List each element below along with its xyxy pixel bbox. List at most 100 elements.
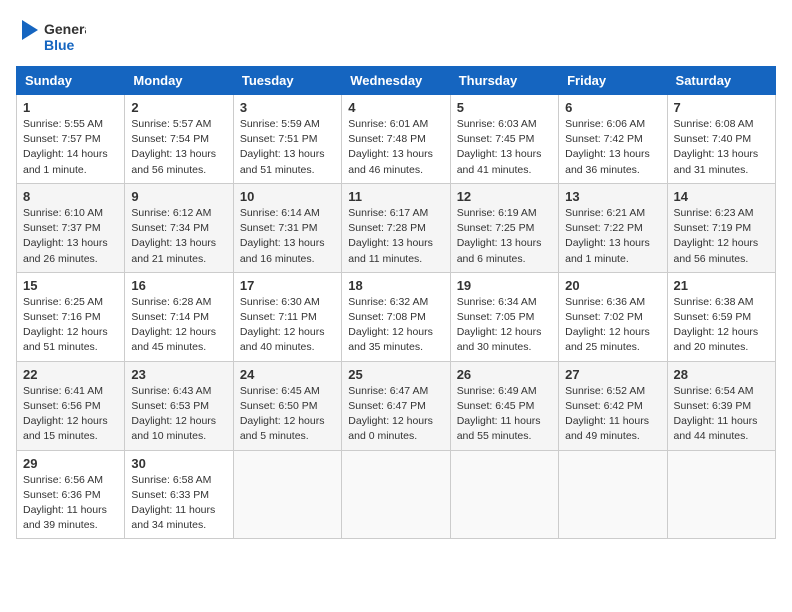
day-info: Sunrise: 6:30 AM Sunset: 7:11 PM Dayligh…: [240, 295, 335, 356]
col-header-sunday: Sunday: [17, 67, 125, 95]
calendar-cell: 17 Sunrise: 6:30 AM Sunset: 7:11 PM Dayli…: [233, 272, 341, 361]
calendar-cell: 24Sunrise: 6:45 AM Sunset: 6:50 PM Dayli…: [233, 361, 341, 450]
calendar-cell: 3 Sunrise: 5:59 AM Sunset: 7:51 PM Daylig…: [233, 95, 341, 184]
day-info: Sunrise: 6:41 AM Sunset: 6:56 PM Dayligh…: [23, 384, 118, 445]
day-info: Sunrise: 6:38 AM Sunset: 6:59 PM Dayligh…: [674, 295, 769, 356]
day-number: 17: [240, 278, 335, 293]
day-info: Sunrise: 6:21 AM Sunset: 7:22 PM Dayligh…: [565, 206, 660, 267]
calendar-cell: 15Sunrise: 6:25 AM Sunset: 7:16 PM Dayli…: [17, 272, 125, 361]
day-info: Sunrise: 6:25 AM Sunset: 7:16 PM Dayligh…: [23, 295, 118, 356]
day-number: 22: [23, 367, 118, 382]
calendar-cell: 9 Sunrise: 6:12 AM Sunset: 7:34 PM Daylig…: [125, 183, 233, 272]
day-number: 11: [348, 189, 443, 204]
calendar-cell: 10 Sunrise: 6:14 AM Sunset: 7:31 PM Dayli…: [233, 183, 341, 272]
day-number: 14: [674, 189, 769, 204]
calendar-cell: 13 Sunrise: 6:21 AM Sunset: 7:22 PM Dayli…: [559, 183, 667, 272]
day-number: 29: [23, 456, 118, 471]
calendar-cell: 28 Sunrise: 6:54 AM Sunset: 6:39 PM Dayli…: [667, 361, 775, 450]
day-number: 25: [348, 367, 443, 382]
calendar-week-4: 22 Sunrise: 6:41 AM Sunset: 6:56 PM Dayli…: [17, 361, 776, 450]
calendar-cell: 16Sunrise: 6:28 AM Sunset: 7:14 PM Dayli…: [125, 272, 233, 361]
day-info: Sunrise: 6:34 AM Sunset: 7:05 PM Dayligh…: [457, 295, 552, 356]
calendar-cell: [450, 450, 558, 539]
day-number: 9: [131, 189, 226, 204]
day-info: Sunrise: 6:08 AM Sunset: 7:40 PM Dayligh…: [674, 117, 769, 178]
day-number: 12: [457, 189, 552, 204]
day-info: Sunrise: 6:47 AM Sunset: 6:47 PM Dayligh…: [348, 384, 443, 445]
day-number: 8: [23, 189, 118, 204]
day-number: 3: [240, 100, 335, 115]
day-info: Sunrise: 6:23 AM Sunset: 7:19 PM Dayligh…: [674, 206, 769, 267]
col-header-wednesday: Wednesday: [342, 67, 450, 95]
day-info: Sunrise: 6:14 AM Sunset: 7:31 PM Dayligh…: [240, 206, 335, 267]
calendar-table: SundayMondayTuesdayWednesdayThursdayFrid…: [16, 66, 776, 539]
day-number: 21: [674, 278, 769, 293]
svg-text:Blue: Blue: [44, 37, 75, 53]
calendar-week-5: 29 Sunrise: 6:56 AM Sunset: 6:36 PM Dayli…: [17, 450, 776, 539]
calendar-cell: 30 Sunrise: 6:58 AM Sunset: 6:33 PM Dayli…: [125, 450, 233, 539]
calendar-week-2: 8 Sunrise: 6:10 AM Sunset: 7:37 PM Daylig…: [17, 183, 776, 272]
day-info: Sunrise: 6:56 AM Sunset: 6:36 PM Dayligh…: [23, 473, 118, 534]
calendar-cell: 20 Sunrise: 6:36 AM Sunset: 7:02 PM Dayli…: [559, 272, 667, 361]
calendar-cell: 19 Sunrise: 6:34 AM Sunset: 7:05 PM Dayli…: [450, 272, 558, 361]
calendar-cell: 21 Sunrise: 6:38 AM Sunset: 6:59 PM Dayli…: [667, 272, 775, 361]
day-number: 10: [240, 189, 335, 204]
calendar-cell: 27 Sunrise: 6:52 AM Sunset: 6:42 PM Dayli…: [559, 361, 667, 450]
logo-svg: GeneralBlue: [16, 16, 86, 58]
day-number: 5: [457, 100, 552, 115]
day-info: Sunrise: 6:36 AM Sunset: 7:02 PM Dayligh…: [565, 295, 660, 356]
day-info: Sunrise: 6:54 AM Sunset: 6:39 PM Dayligh…: [674, 384, 769, 445]
calendar-cell: 23Sunrise: 6:43 AM Sunset: 6:53 PM Dayli…: [125, 361, 233, 450]
day-number: 27: [565, 367, 660, 382]
calendar-cell: 11 Sunrise: 6:17 AM Sunset: 7:28 PM Dayli…: [342, 183, 450, 272]
day-info: Sunrise: 6:17 AM Sunset: 7:28 PM Dayligh…: [348, 206, 443, 267]
calendar-cell: 1 Sunrise: 5:55 AM Sunset: 7:57 PM Daylig…: [17, 95, 125, 184]
calendar-cell: 7 Sunrise: 6:08 AM Sunset: 7:40 PM Daylig…: [667, 95, 775, 184]
calendar-cell: 26Sunrise: 6:49 AM Sunset: 6:45 PM Dayli…: [450, 361, 558, 450]
col-header-friday: Friday: [559, 67, 667, 95]
day-info: Sunrise: 6:12 AM Sunset: 7:34 PM Dayligh…: [131, 206, 226, 267]
calendar-cell: [667, 450, 775, 539]
day-info: Sunrise: 6:06 AM Sunset: 7:42 PM Dayligh…: [565, 117, 660, 178]
day-info: Sunrise: 6:45 AM Sunset: 6:50 PM Dayligh…: [240, 384, 335, 445]
day-info: Sunrise: 6:10 AM Sunset: 7:37 PM Dayligh…: [23, 206, 118, 267]
page-header: GeneralBlue: [16, 16, 776, 58]
day-info: Sunrise: 6:58 AM Sunset: 6:33 PM Dayligh…: [131, 473, 226, 534]
day-info: Sunrise: 6:01 AM Sunset: 7:48 PM Dayligh…: [348, 117, 443, 178]
day-number: 18: [348, 278, 443, 293]
day-number: 19: [457, 278, 552, 293]
calendar-header-row: SundayMondayTuesdayWednesdayThursdayFrid…: [17, 67, 776, 95]
day-number: 1: [23, 100, 118, 115]
day-info: Sunrise: 6:52 AM Sunset: 6:42 PM Dayligh…: [565, 384, 660, 445]
logo: GeneralBlue: [16, 16, 86, 58]
calendar-cell: 18 Sunrise: 6:32 AM Sunset: 7:08 PM Dayli…: [342, 272, 450, 361]
calendar-cell: 14 Sunrise: 6:23 AM Sunset: 7:19 PM Dayli…: [667, 183, 775, 272]
day-info: Sunrise: 5:55 AM Sunset: 7:57 PM Dayligh…: [23, 117, 118, 178]
day-number: 2: [131, 100, 226, 115]
day-number: 4: [348, 100, 443, 115]
calendar-cell: 22 Sunrise: 6:41 AM Sunset: 6:56 PM Dayli…: [17, 361, 125, 450]
calendar-cell: 8 Sunrise: 6:10 AM Sunset: 7:37 PM Daylig…: [17, 183, 125, 272]
calendar-cell: [342, 450, 450, 539]
calendar-week-1: 1 Sunrise: 5:55 AM Sunset: 7:57 PM Daylig…: [17, 95, 776, 184]
col-header-tuesday: Tuesday: [233, 67, 341, 95]
day-number: 13: [565, 189, 660, 204]
calendar-cell: 6Sunrise: 6:06 AM Sunset: 7:42 PM Daylig…: [559, 95, 667, 184]
day-info: Sunrise: 5:59 AM Sunset: 7:51 PM Dayligh…: [240, 117, 335, 178]
day-number: 28: [674, 367, 769, 382]
day-number: 20: [565, 278, 660, 293]
day-number: 7: [674, 100, 769, 115]
day-info: Sunrise: 6:03 AM Sunset: 7:45 PM Dayligh…: [457, 117, 552, 178]
day-info: Sunrise: 6:49 AM Sunset: 6:45 PM Dayligh…: [457, 384, 552, 445]
col-header-thursday: Thursday: [450, 67, 558, 95]
calendar-cell: 25 Sunrise: 6:47 AM Sunset: 6:47 PM Dayli…: [342, 361, 450, 450]
day-number: 30: [131, 456, 226, 471]
calendar-cell: 12Sunrise: 6:19 AM Sunset: 7:25 PM Dayli…: [450, 183, 558, 272]
day-info: Sunrise: 6:32 AM Sunset: 7:08 PM Dayligh…: [348, 295, 443, 356]
calendar-cell: [559, 450, 667, 539]
calendar-cell: [233, 450, 341, 539]
calendar-cell: 5 Sunrise: 6:03 AM Sunset: 7:45 PM Daylig…: [450, 95, 558, 184]
calendar-week-3: 15Sunrise: 6:25 AM Sunset: 7:16 PM Dayli…: [17, 272, 776, 361]
day-number: 23: [131, 367, 226, 382]
calendar-cell: 2Sunrise: 5:57 AM Sunset: 7:54 PM Daylig…: [125, 95, 233, 184]
